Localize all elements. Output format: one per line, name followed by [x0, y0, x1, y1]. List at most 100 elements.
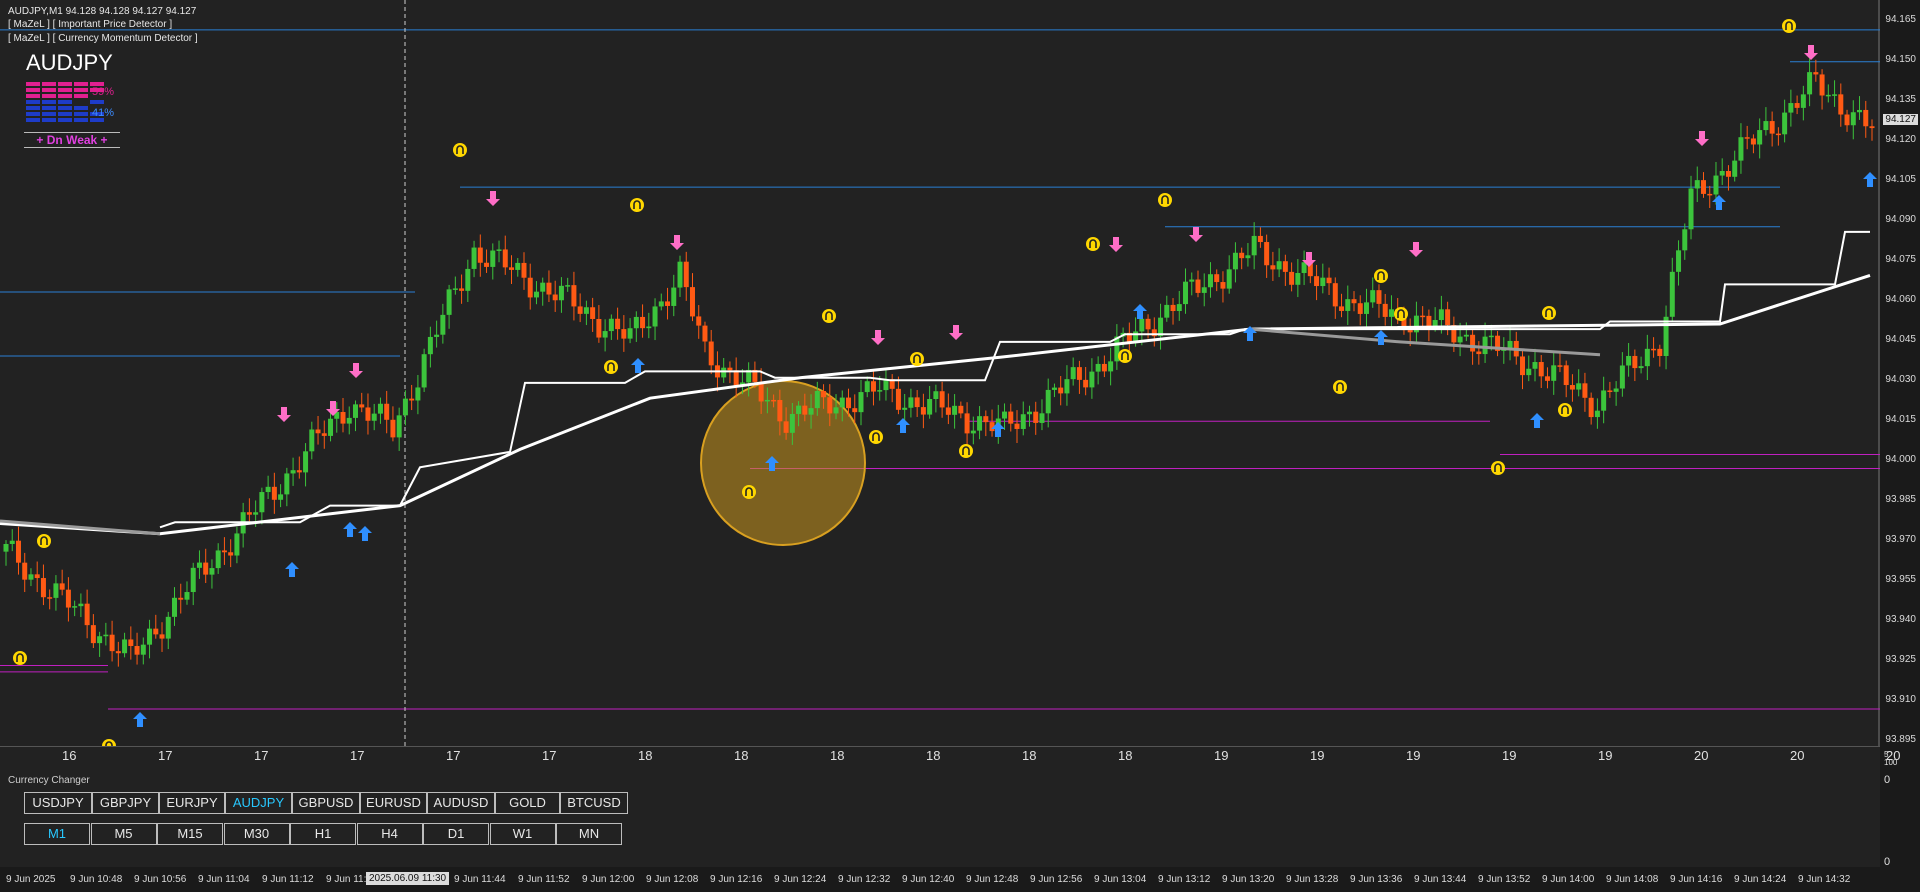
candle-body [1488, 335, 1494, 338]
symbol-button-eurusd[interactable]: EURUSD [360, 792, 427, 814]
candle-body [1825, 94, 1831, 97]
candle-body [1058, 387, 1064, 394]
time-tick-label: 9 Jun 13:04 [1094, 874, 1147, 885]
timeframe-button-m15[interactable]: M15 [157, 823, 223, 845]
candle-body [290, 470, 296, 474]
candle-body [590, 307, 596, 319]
candle-body [352, 404, 358, 418]
chart-symbol-header: AUDJPY,M1 94.128 94.128 94.127 94.127 [8, 6, 197, 17]
time-tick-label: 9 Jun 14:24 [1734, 874, 1787, 885]
momentum-up-percent: 59% [92, 86, 115, 98]
candle-body [3, 543, 9, 552]
candle-body [415, 387, 421, 401]
candle-body [134, 646, 140, 655]
candle-body [821, 391, 827, 398]
candle-body [571, 285, 577, 307]
candle-body [970, 430, 976, 434]
candle-body [496, 249, 502, 251]
candle-body [814, 391, 820, 409]
candle-body [502, 249, 508, 268]
candle-body [696, 316, 702, 326]
symbol-button-gbpusd[interactable]: GBPUSD [292, 792, 360, 814]
timeframe-button-h4[interactable]: H4 [356, 823, 423, 845]
price-chart[interactable] [0, 0, 1880, 746]
symbol-button-eurjpy[interactable]: EURJPY [159, 792, 225, 814]
candle-body [421, 354, 427, 388]
candle-body [852, 408, 858, 413]
candle-body [47, 597, 53, 599]
candle-body [627, 328, 633, 339]
candle-body [265, 486, 271, 493]
timeframe-button-mn[interactable]: MN [556, 823, 622, 845]
indicator-value: 17 [158, 748, 173, 763]
time-tick-label: 9 Jun 11:44 [454, 874, 506, 885]
candle-body [1563, 365, 1569, 386]
candle-body [303, 451, 309, 473]
candle-body [1207, 274, 1213, 288]
candle-body [90, 625, 96, 644]
candle-body [434, 334, 440, 337]
indicator-value: 19 [1502, 748, 1517, 763]
time-tick-label: 9 Jun 12:08 [646, 874, 699, 885]
symbol-button-gold[interactable]: GOLD [495, 792, 560, 814]
candle-body [621, 329, 627, 339]
candle-body [1239, 252, 1245, 259]
time-tick-label: 9 Jun 14:16 [1670, 874, 1723, 885]
candle-body [221, 550, 227, 553]
candle-body [477, 247, 483, 263]
candle-body [203, 562, 209, 575]
time-tick-label: 9 Jun 12:48 [966, 874, 1019, 885]
candle-body [65, 589, 71, 608]
candle-body [459, 288, 465, 291]
candle-body [1813, 72, 1819, 75]
candle-body [515, 262, 521, 270]
candle-body [1769, 121, 1775, 134]
symbol-button-audjpy[interactable]: AUDJPY [225, 792, 292, 814]
candle-body [1470, 334, 1476, 352]
symbol-button-gbpjpy[interactable]: GBPJPY [92, 792, 159, 814]
symbol-title: AUDJPY [26, 50, 113, 75]
candle-body [1220, 282, 1226, 289]
timeframe-button-d1[interactable]: D1 [423, 823, 489, 845]
symbol-button-btcusd[interactable]: BTCUSD [560, 792, 628, 814]
up-arrow-icon [1133, 304, 1147, 319]
candle-body [964, 413, 970, 434]
candle-body [1438, 309, 1444, 321]
candle-body [1857, 109, 1863, 113]
timeframe-button-h1[interactable]: H1 [290, 823, 356, 845]
up-arrow-icon [1530, 413, 1544, 428]
timeframe-button-m1[interactable]: M1 [24, 823, 90, 845]
timeframe-button-m30[interactable]: M30 [223, 823, 290, 845]
candle-body [1832, 94, 1838, 96]
candle-body [1420, 315, 1426, 318]
indicator-label-price-detector: [ MaZeL ] [ Important Price Detector ] [8, 19, 173, 30]
candle-body [15, 540, 21, 563]
candle-body [839, 397, 845, 408]
candle-body [284, 473, 290, 495]
indicator-value: 18 [734, 748, 749, 763]
time-tick-label: 9 Jun 12:24 [774, 874, 827, 885]
candle-body [396, 415, 402, 438]
symbol-button-usdjpy[interactable]: USDJPY [24, 792, 92, 814]
candle-body [577, 306, 583, 314]
chart-canvas[interactable] [0, 0, 1880, 746]
candle-body [1869, 126, 1875, 129]
candle-body [546, 282, 552, 295]
candle-body [209, 568, 215, 575]
candle-body [234, 533, 240, 556]
candle-body [103, 634, 109, 637]
candle-body [446, 289, 452, 315]
candle-body [97, 636, 103, 644]
timeframe-button-m5[interactable]: M5 [90, 823, 157, 845]
candle-body [1775, 133, 1781, 136]
indicator-value: 17 [254, 748, 269, 763]
candle-body [140, 644, 146, 655]
indicator-value: 16 [62, 748, 77, 763]
price-tick-label: 94.015 [1885, 414, 1916, 425]
timeframe-button-w1[interactable]: W1 [489, 823, 556, 845]
time-tick-label: 9 Jun 12:16 [710, 874, 763, 885]
time-tick-label: 9 Jun 12:00 [582, 874, 635, 885]
symbol-button-audusd[interactable]: AUDUSD [427, 792, 495, 814]
candle-body [328, 418, 334, 436]
price-tick-label: 94.045 [1885, 334, 1916, 345]
